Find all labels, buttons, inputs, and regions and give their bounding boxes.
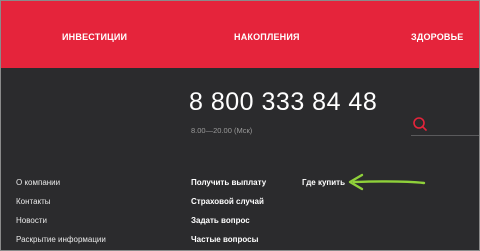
footer-link-ask-question[interactable]: Задать вопрос	[191, 216, 250, 225]
footer-link-where-to-buy[interactable]: Где купить	[302, 178, 345, 187]
footer-link-contacts[interactable]: Контакты	[16, 197, 51, 206]
footer-link-get-payment[interactable]: Получить выплату	[191, 178, 266, 187]
footer-link-disclosure[interactable]: Раскрытие информации	[16, 235, 106, 244]
green-arrow-annotation	[348, 173, 426, 191]
nav-item-health[interactable]: ЗДОРОВЬЕ	[411, 32, 464, 42]
search-input-underline[interactable]	[411, 135, 479, 136]
nav-item-investments[interactable]: ИНВЕСТИЦИИ	[62, 32, 127, 42]
top-navigation-bar: ИНВЕСТИЦИИ НАКОПЛЕНИЯ ЗДОРОВЬЕ	[1, 1, 479, 68]
footer-link-about[interactable]: О компании	[16, 178, 60, 187]
page-frame: ИНВЕСТИЦИИ НАКОПЛЕНИЯ ЗДОРОВЬЕ 8 800 333…	[0, 0, 480, 251]
working-hours: 8.00—20.00 (Мск)	[191, 126, 253, 135]
phone-number[interactable]: 8 800 333 84 48	[189, 88, 377, 117]
nav-item-savings[interactable]: НАКОПЛЕНИЯ	[234, 32, 300, 42]
footer-link-news[interactable]: Новости	[16, 216, 47, 225]
footer-link-faq[interactable]: Частые вопросы	[191, 235, 258, 244]
footer-link-insurance-case[interactable]: Страховой случай	[191, 197, 264, 206]
search-icon[interactable]	[411, 115, 431, 133]
